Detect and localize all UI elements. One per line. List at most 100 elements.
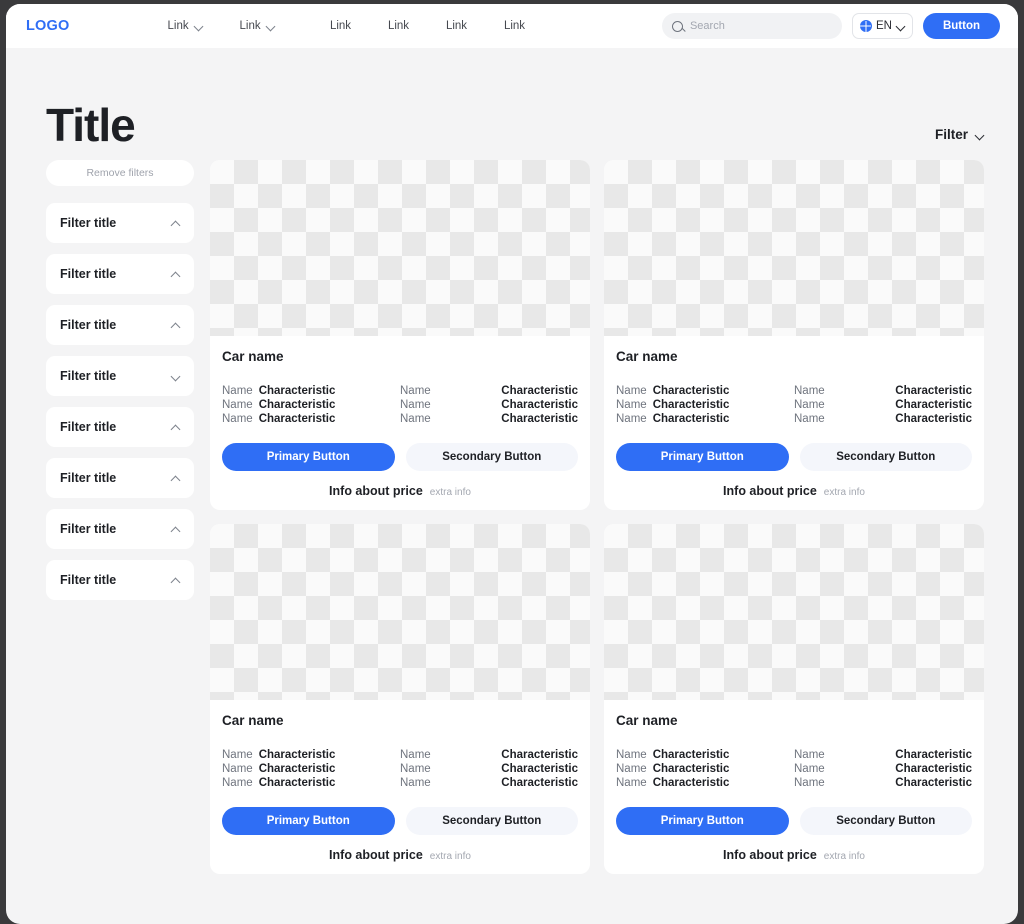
car-image-placeholder bbox=[210, 524, 590, 700]
filter-toggle[interactable]: Filter bbox=[935, 127, 984, 148]
primary-button[interactable]: Primary Button bbox=[222, 443, 395, 471]
nav-link-2[interactable]: Link bbox=[240, 14, 312, 38]
primary-button[interactable]: Primary Button bbox=[616, 807, 789, 835]
car-card-body: Car name Name Characteristic Name Characteri… bbox=[604, 700, 984, 874]
secondary-button[interactable]: Secondary Button bbox=[405, 807, 578, 835]
spec-value: Characteristic bbox=[501, 749, 578, 761]
spec-value: Characteristic bbox=[652, 777, 730, 789]
car-card-actions: Primary Button Secondary Button bbox=[222, 807, 578, 835]
secondary-button[interactable]: Secondary Button bbox=[799, 443, 972, 471]
spec-value: Characteristic bbox=[895, 763, 972, 775]
spec-label: Name bbox=[794, 763, 825, 775]
chevron-down-icon bbox=[171, 372, 180, 381]
primary-button[interactable]: Primary Button bbox=[616, 443, 789, 471]
filter-sidebar: Remove filters Filter title Filter title F… bbox=[46, 160, 194, 874]
search-input[interactable]: Search bbox=[661, 13, 842, 39]
spec-label: Name bbox=[222, 777, 253, 789]
nav-link-label: Link bbox=[167, 20, 189, 32]
filter-section-label: Filter title bbox=[60, 522, 117, 536]
price-extra-text: extra info bbox=[429, 851, 471, 862]
header-actions: Search EN Button bbox=[661, 13, 1000, 39]
spec-value: Characteristic bbox=[895, 777, 972, 789]
secondary-button[interactable]: Secondary Button bbox=[405, 443, 578, 471]
spec-label: Name bbox=[616, 777, 647, 789]
nav-link-label: Link bbox=[239, 20, 261, 32]
price-info-row: Info about price extra info bbox=[616, 484, 972, 498]
spec-label: Name bbox=[794, 777, 825, 789]
spec-label: Name bbox=[794, 749, 825, 761]
nav-link-1[interactable]: Link bbox=[168, 14, 240, 38]
spec-value: Characteristic bbox=[652, 749, 730, 761]
car-card: Car name Name Characteristic Name Characteri… bbox=[604, 524, 984, 874]
search-placeholder: Search bbox=[689, 20, 725, 32]
spec-label: Name bbox=[222, 385, 253, 397]
language-selector[interactable]: EN bbox=[851, 13, 913, 39]
filter-section-7[interactable]: Filter title bbox=[46, 509, 194, 549]
spec-label: Name bbox=[616, 413, 647, 425]
chevron-up-icon bbox=[171, 576, 180, 585]
nav-link-3[interactable]: Link bbox=[312, 14, 370, 38]
header-cta-button[interactable]: Button bbox=[922, 13, 1000, 39]
spec-label: Name bbox=[222, 749, 253, 761]
car-name: Car name bbox=[222, 349, 284, 364]
spec-value: Characteristic bbox=[652, 413, 730, 425]
spec-value: Characteristic bbox=[501, 413, 578, 425]
chevron-down-icon bbox=[194, 22, 203, 31]
car-name: Car name bbox=[616, 349, 678, 364]
spec-value: Characteristic bbox=[652, 763, 730, 775]
car-card-actions: Primary Button Secondary Button bbox=[616, 807, 972, 835]
spec-value: Characteristic bbox=[258, 777, 336, 789]
nav-link-4[interactable]: Link bbox=[370, 14, 428, 38]
chevron-down-icon bbox=[896, 22, 905, 31]
price-main-text: Info about price bbox=[723, 484, 817, 498]
page-title: Title bbox=[46, 99, 136, 151]
spec-label: Name bbox=[400, 763, 431, 775]
spec-label: Name bbox=[794, 413, 825, 425]
filter-section-6[interactable]: Filter title bbox=[46, 458, 194, 498]
primary-button[interactable]: Primary Button bbox=[222, 807, 395, 835]
secondary-button[interactable]: Secondary Button bbox=[799, 807, 972, 835]
chevron-down-icon bbox=[266, 22, 275, 31]
car-image-placeholder bbox=[604, 524, 984, 700]
nav-link-label: Link bbox=[329, 20, 352, 32]
page-header-row: Title Filter bbox=[28, 48, 996, 148]
spec-value: Characteristic bbox=[501, 763, 578, 775]
car-card: Car name Name Characteristic Name Characteri… bbox=[210, 524, 590, 874]
nav-link-6[interactable]: Link bbox=[486, 14, 544, 38]
filter-section-8[interactable]: Filter title bbox=[46, 560, 194, 600]
filter-section-4[interactable]: Filter title bbox=[46, 356, 194, 396]
car-spec-table: Name Characteristic Name Characteristic Name… bbox=[222, 385, 578, 425]
car-name: Car name bbox=[222, 713, 284, 728]
spec-label: Name bbox=[400, 749, 431, 761]
spec-label: Name bbox=[400, 777, 431, 789]
price-info-row: Info about price extra info bbox=[222, 484, 578, 498]
filter-section-2[interactable]: Filter title bbox=[46, 254, 194, 294]
app-window: LOGO Link Link Link Link Link Link Search EN … bbox=[6, 4, 1018, 924]
spec-value: Characteristic bbox=[258, 385, 336, 397]
spec-label: Name bbox=[222, 763, 253, 775]
spec-value: Characteristic bbox=[501, 385, 578, 397]
filter-section-5[interactable]: Filter title bbox=[46, 407, 194, 447]
nav-link-5[interactable]: Link bbox=[428, 14, 486, 38]
car-spec-table: Name Characteristic Name Characteristic Name… bbox=[616, 385, 972, 425]
filter-section-3[interactable]: Filter title bbox=[46, 305, 194, 345]
price-extra-text: extra info bbox=[823, 487, 865, 498]
spec-value: Characteristic bbox=[258, 399, 336, 411]
filter-section-label: Filter title bbox=[60, 318, 117, 332]
nav-link-label: Link bbox=[387, 20, 410, 32]
car-card-grid: Car name Name Characteristic Name Characteri… bbox=[210, 160, 984, 874]
filter-section-label: Filter title bbox=[60, 369, 117, 383]
car-card-body: Car name Name Characteristic Name Characteri… bbox=[604, 336, 984, 510]
logo[interactable]: LOGO bbox=[26, 18, 70, 34]
car-card-actions: Primary Button Secondary Button bbox=[222, 443, 578, 471]
nav-link-label: Link bbox=[503, 20, 526, 32]
price-info-row: Info about price extra info bbox=[222, 848, 578, 862]
spec-value: Characteristic bbox=[895, 413, 972, 425]
chevron-up-icon bbox=[171, 321, 180, 330]
chevron-up-icon bbox=[171, 423, 180, 432]
filter-section-1[interactable]: Filter title bbox=[46, 203, 194, 243]
remove-filters-button[interactable]: Remove filters bbox=[46, 160, 194, 186]
spec-label: Name bbox=[222, 399, 253, 411]
filter-toggle-label: Filter bbox=[934, 127, 968, 142]
spec-value: Characteristic bbox=[652, 399, 730, 411]
